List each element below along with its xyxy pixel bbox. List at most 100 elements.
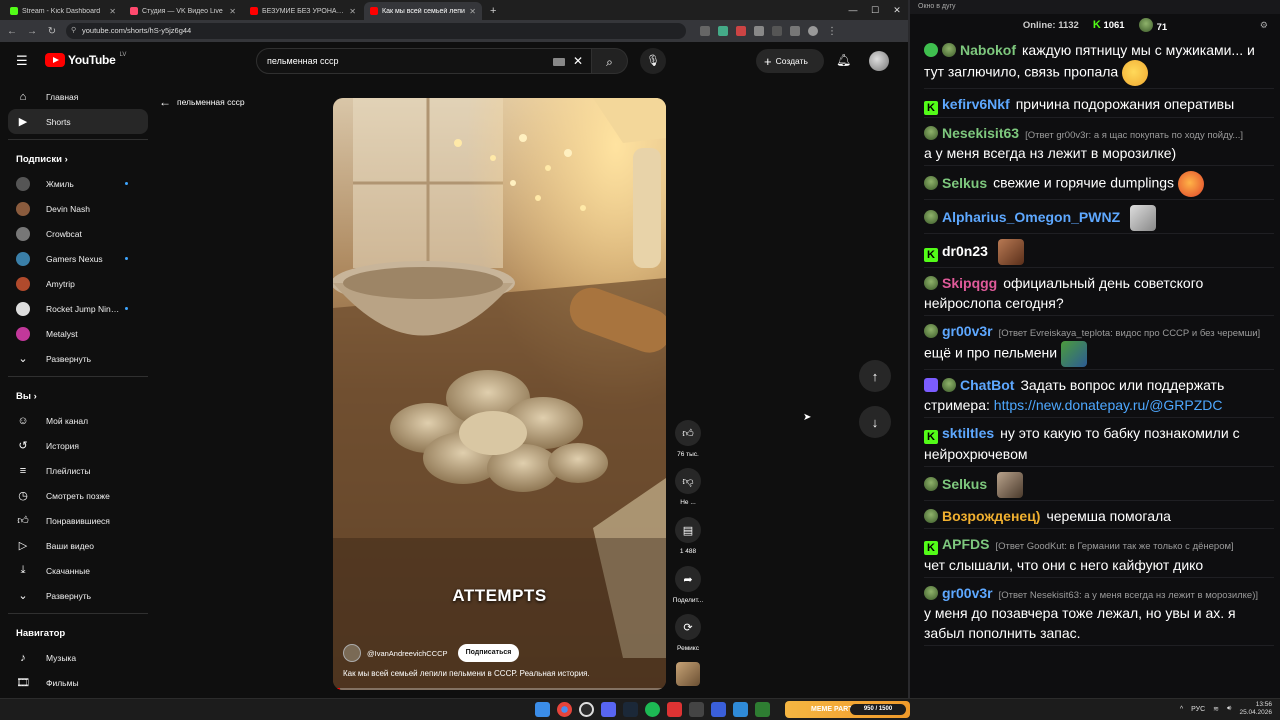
app-icon[interactable] — [689, 702, 704, 717]
close-tab-icon[interactable]: ✕ — [109, 7, 116, 16]
chat-username[interactable]: dr0n23 — [942, 243, 988, 259]
chat-username[interactable]: Skipqgg — [942, 275, 997, 291]
guide-item[interactable]: ▶ Shorts — [8, 109, 148, 134]
clear-search-icon[interactable]: ✕ — [573, 49, 583, 73]
guide-menu-icon[interactable]: ☰ — [16, 54, 28, 67]
language-indicator[interactable]: РУС — [1191, 706, 1205, 713]
guide-item[interactable]: ☺ Мой канал — [8, 408, 148, 433]
search-button[interactable]: ⌕ — [592, 48, 628, 74]
search-input[interactable]: пельменная ссср ✕ — [256, 48, 592, 74]
guide-item[interactable]: ♪ Музыка — [8, 645, 148, 670]
subscribe-button[interactable]: Подписаться — [457, 644, 520, 662]
guide-item[interactable]: ▷ Ваши видео — [8, 533, 148, 558]
previous-short-button[interactable]: ↑ — [859, 360, 891, 392]
extension-icon[interactable] — [700, 26, 710, 36]
chat-settings-icon[interactable]: ⚙ — [1260, 20, 1268, 31]
guide-item[interactable]: Жмиль — [8, 171, 148, 196]
extension-icon[interactable] — [772, 26, 782, 36]
profile-icon[interactable] — [808, 26, 818, 36]
meme-party-widget[interactable]: MEME PARTY 950 / 1500 — [785, 701, 910, 718]
chat-username[interactable]: kefirv6Nkf — [942, 96, 1010, 112]
spotify-icon[interactable] — [645, 702, 660, 717]
forward-icon[interactable]: → — [26, 26, 38, 37]
chat-username[interactable]: Возрожденец) — [942, 508, 1040, 524]
tray-arrow-icon[interactable]: ^ — [1180, 706, 1183, 713]
obs-icon[interactable] — [579, 702, 594, 717]
subscriptions-header[interactable]: Подписки › — [8, 140, 148, 171]
new-tab-button[interactable]: + — [484, 2, 502, 20]
reload-icon[interactable]: ↻ — [46, 26, 58, 37]
chat-username[interactable]: APFDS — [942, 536, 989, 552]
notifications-bell-icon[interactable]: 🔔︎ — [836, 53, 851, 67]
chat-username[interactable]: Alpharius_Omegon_PWNZ — [942, 209, 1120, 225]
chat-username[interactable]: ChatBot — [960, 377, 1014, 393]
voice-search-button[interactable]: 🎙 — [640, 48, 666, 74]
minimize-button[interactable]: — — [842, 0, 864, 20]
extension-icon[interactable] — [754, 26, 764, 36]
create-button[interactable]: + Создать — [756, 49, 824, 73]
account-avatar[interactable] — [869, 51, 889, 71]
start-icon[interactable] — [535, 702, 550, 717]
dislike-button[interactable]: 👎︎ — [675, 468, 701, 494]
channel-avatar[interactable] — [343, 644, 361, 662]
guide-item[interactable]: Devin Nash — [8, 196, 148, 221]
chat-username[interactable]: gr00v3r — [942, 323, 993, 339]
guide-item[interactable]: ⌂ Главная — [8, 84, 148, 109]
browser-tab[interactable]: Студия — VK Видео Live ✕ — [124, 2, 242, 20]
guide-item[interactable]: Rocket Jump Nin… — [8, 296, 148, 321]
guide-item[interactable]: Gamers Nexus — [8, 246, 148, 271]
guide-item[interactable]: ↺ История — [8, 433, 148, 458]
video-title[interactable]: Как мы всей семьей лепили пельмени в ССС… — [343, 669, 590, 678]
guide-item[interactable]: Crowbcat — [8, 221, 148, 246]
back-to-search[interactable]: ← пельменная ссср — [159, 95, 245, 109]
comments-button[interactable]: ▤ — [675, 517, 701, 543]
chat-username[interactable]: Nabokof — [960, 42, 1016, 58]
chat-username[interactable]: sktiltles — [942, 425, 994, 441]
chat-username[interactable]: gr00v3r — [942, 585, 993, 601]
close-tab-icon[interactable]: ✕ — [469, 7, 476, 16]
sound-thumbnail[interactable] — [676, 662, 700, 686]
extension-icon[interactable] — [718, 26, 728, 36]
share-button[interactable]: ➦ — [675, 566, 701, 592]
guide-item[interactable]: ⤓ Скачанные — [8, 558, 148, 583]
like-button[interactable]: 👍︎ — [675, 420, 701, 446]
browser-tab[interactable]: БЕЗУМИЕ БЕЗ УРОНА ЗА 4 ЧАСА ✕ — [244, 2, 362, 20]
app-icon[interactable] — [711, 702, 726, 717]
guide-item[interactable]: Metalyst — [8, 321, 148, 346]
keyboard-icon[interactable] — [553, 58, 565, 66]
app-icon[interactable] — [667, 702, 682, 717]
you-expand[interactable]: ⌄ Развернуть — [8, 583, 148, 608]
channel-name[interactable]: @IvanAndreevichCCCP — [367, 649, 448, 658]
you-header[interactable]: Вы › — [8, 377, 148, 408]
chrome-icon[interactable] — [557, 702, 572, 717]
video-progress-bar[interactable] — [333, 688, 666, 690]
volume-icon[interactable]: 🔊︎ — [1227, 705, 1231, 713]
discord-icon[interactable] — [601, 702, 616, 717]
guide-item[interactable]: ≡ Плейлисты — [8, 458, 148, 483]
next-short-button[interactable]: ↓ — [859, 406, 891, 438]
wifi-icon[interactable]: ≋ — [1213, 705, 1219, 713]
clock[interactable]: 13:56 25.04.2026 — [1239, 701, 1272, 717]
app-icon[interactable] — [733, 702, 748, 717]
guide-item[interactable]: 👍︎ Понравившиеся — [8, 508, 148, 533]
download-icon[interactable] — [790, 26, 800, 36]
subscriptions-expand[interactable]: ⌄ Развернуть — [8, 346, 148, 371]
chat-link[interactable]: https://new.donatepay.ru/@GRPZDC — [994, 397, 1223, 413]
browser-tab[interactable]: Как мы всей семьей лепи ✕ — [364, 2, 482, 20]
guide-item[interactable]: 🎞︎ Фильмы — [8, 670, 148, 695]
close-tab-icon[interactable]: ✕ — [349, 7, 356, 16]
close-tab-icon[interactable]: ✕ — [229, 7, 236, 16]
site-info-icon[interactable]: ⚲ — [71, 23, 76, 39]
chat-username[interactable]: Selkus — [942, 476, 987, 492]
chat-username[interactable]: Nesekisit63 — [942, 125, 1019, 141]
browser-tab[interactable]: Stream - Kick Dashboard ✕ — [4, 2, 122, 20]
steam-icon[interactable] — [623, 702, 638, 717]
guide-item[interactable]: Amytrip — [8, 271, 148, 296]
extension-icon[interactable] — [736, 26, 746, 36]
chat-username[interactable]: Selkus — [942, 175, 987, 191]
url-field[interactable]: ⚲ youtube.com/shorts/hS-y5jz6g44 — [66, 23, 686, 39]
youtube-logo[interactable]: YouTube LV — [45, 52, 126, 67]
guide-item[interactable]: ◷ Смотреть позже — [8, 483, 148, 508]
app-icon[interactable] — [755, 702, 770, 717]
maximize-button[interactable]: ☐ — [864, 0, 886, 20]
